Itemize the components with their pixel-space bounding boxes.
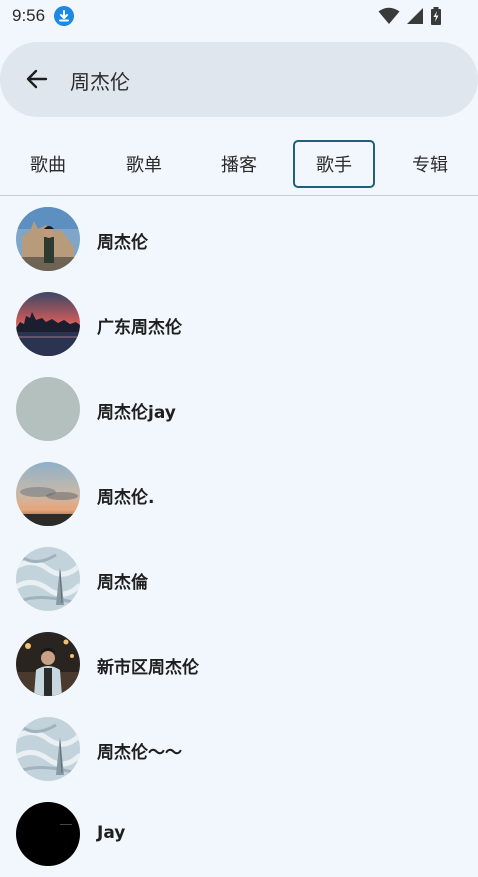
tab-bar: 歌曲 歌单 播客 歌手 专辑 (0, 135, 478, 195)
artist-row[interactable]: 周杰伦. (0, 452, 478, 537)
avatar (16, 802, 80, 866)
artist-name: 新市区周杰伦 (97, 658, 199, 678)
battery-charging-icon (430, 7, 442, 29)
artist-name: 周杰伦. (97, 488, 155, 508)
artist-list: 周杰伦 广东周杰伦 周杰伦jay 周杰伦. 周杰倫 新市区周杰伦 周杰伦～～ J… (0, 197, 478, 877)
arrow-left-icon (26, 69, 48, 89)
artist-row[interactable]: 周杰伦～～ (0, 707, 478, 792)
wifi-icon (378, 7, 400, 29)
avatar (16, 462, 80, 526)
tab-songs[interactable]: 歌曲 (7, 140, 89, 188)
artist-row[interactable]: 周杰伦 (0, 197, 478, 282)
tab-albums[interactable]: 专辑 (389, 140, 471, 188)
tab-podcasts[interactable]: 播客 (198, 140, 280, 188)
avatar (16, 717, 80, 781)
search-bar[interactable]: 周杰伦 (0, 42, 478, 117)
status-time: 9:56 (12, 6, 46, 25)
search-input[interactable]: 周杰伦 (70, 66, 130, 95)
status-icons (378, 7, 442, 29)
status-bar: 9:56 (0, 0, 478, 34)
artist-row[interactable]: 广东周杰伦 (0, 282, 478, 367)
avatar (16, 632, 80, 696)
back-button[interactable] (20, 62, 54, 96)
signal-icon (406, 7, 424, 29)
avatar (16, 377, 80, 441)
tab-artists[interactable]: 歌手 (293, 140, 375, 188)
tabs-divider (0, 195, 478, 196)
avatar (16, 547, 80, 611)
artist-name: 周杰伦jay (97, 403, 176, 423)
avatar (16, 292, 80, 356)
artist-name: 周杰伦～～ (97, 743, 182, 763)
artist-row[interactable]: 新市区周杰伦 (0, 622, 478, 707)
artist-name: 广东周杰伦 (97, 318, 182, 338)
avatar (16, 207, 80, 271)
artist-row[interactable]: Jay (0, 792, 478, 877)
tab-playlists[interactable]: 歌单 (103, 140, 185, 188)
artist-name: 周杰倫 (97, 573, 148, 593)
artist-row[interactable]: 周杰倫 (0, 537, 478, 622)
artist-row[interactable]: 周杰伦jay (0, 367, 478, 452)
artist-name: Jay (97, 823, 126, 843)
download-icon (54, 6, 74, 26)
artist-name: 周杰伦 (97, 233, 148, 253)
